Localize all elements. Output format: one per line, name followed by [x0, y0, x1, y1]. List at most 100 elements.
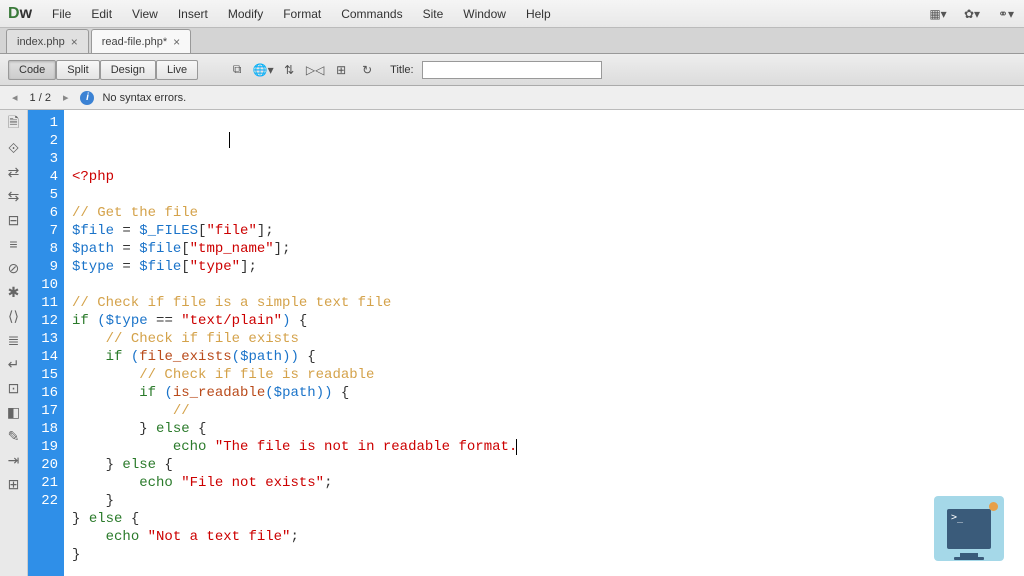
menu-format[interactable]: Format: [273, 3, 331, 25]
code-line[interactable]: // Get the file: [72, 204, 1016, 222]
code-editor[interactable]: 12345678910111213141516171819202122 <?ph…: [28, 110, 1024, 576]
collapse-icon[interactable]: ⇄: [5, 164, 23, 180]
status-message: No syntax errors.: [102, 92, 186, 104]
line-number: 4: [28, 168, 58, 186]
code-line[interactable]: }: [72, 546, 1016, 564]
editor-area: 🗎 ⟐ ⇄ ⇆ ⊟ ≡ ⊘ ✱ ⟨⟩ ≣ ↵ ⊡ ◧ ✎ ⇥ ⊞ 12 34567…: [0, 110, 1024, 576]
file-management-icon[interactable]: ⇅: [278, 59, 300, 81]
line-number: 16: [28, 384, 58, 402]
move-css-icon[interactable]: ✎: [5, 428, 23, 444]
layout-icon[interactable]: ▦▾: [928, 6, 948, 22]
recent-snippets-icon[interactable]: ◧: [5, 404, 23, 420]
code-line[interactable]: // Check if file is readable: [72, 366, 1016, 384]
menu-help[interactable]: Help: [516, 3, 561, 25]
line-number: 5: [28, 186, 58, 204]
menu-site[interactable]: Site: [413, 3, 454, 25]
code-line[interactable]: } else {: [72, 456, 1016, 474]
menu-window[interactable]: Window: [453, 3, 516, 25]
tab-label: index.php: [17, 36, 65, 48]
show-code-navigator-icon[interactable]: ⟐: [5, 140, 23, 156]
preview-icon[interactable]: ▷◁: [304, 59, 326, 81]
line-number-gutter: 12345678910111213141516171819202122: [28, 110, 64, 576]
syntax-coloring-icon[interactable]: ⟨⟩: [5, 308, 23, 324]
close-icon[interactable]: ×: [71, 35, 78, 49]
line-number: 2: [28, 132, 58, 150]
watermark-badge: [934, 496, 1004, 561]
code-line[interactable]: } else {: [72, 510, 1016, 528]
menu-edit[interactable]: Edit: [81, 3, 122, 25]
code-line[interactable]: [72, 186, 1016, 204]
code-line[interactable]: if (file_exists($path)) {: [72, 348, 1016, 366]
view-toolbar: CodeSplitDesignLive ⧉ 🌐▾ ⇅ ▷◁ ⊞ ↻ Title:: [0, 54, 1024, 86]
code-line[interactable]: if (is_readable($path)) {: [72, 384, 1016, 402]
code-line[interactable]: echo "File not exists";: [72, 474, 1016, 492]
split-view-button[interactable]: Split: [56, 60, 99, 80]
code-line[interactable]: } else {: [72, 420, 1016, 438]
info-icon: i: [80, 91, 94, 105]
comment-icon[interactable]: ⊡: [5, 380, 23, 396]
line-number: 10: [28, 276, 58, 294]
format-source-icon[interactable]: ⊞: [5, 476, 23, 492]
sync-icon[interactable]: ⚭▾: [996, 6, 1016, 22]
expand-all-icon[interactable]: ⇆: [5, 188, 23, 204]
app-logo: Dw: [8, 5, 32, 23]
line-number: 3: [28, 150, 58, 168]
next-error-icon[interactable]: ▸: [59, 91, 73, 104]
visual-aids-icon[interactable]: ⊞: [330, 59, 352, 81]
status-bar: ◂ 1 / 2 ▸ i No syntax errors.: [0, 86, 1024, 110]
line-number: 21: [28, 474, 58, 492]
refresh-icon[interactable]: ↻: [356, 59, 378, 81]
line-number: 7: [28, 222, 58, 240]
prev-error-icon[interactable]: ◂: [8, 91, 22, 104]
live-view-button[interactable]: Live: [156, 60, 198, 80]
open-documents-icon[interactable]: 🗎: [5, 116, 23, 132]
code-line[interactable]: // Check if file is a simple text file: [72, 294, 1016, 312]
gear-icon[interactable]: ✿▾: [962, 6, 982, 22]
line-number: 12: [28, 312, 58, 330]
tab-index-php[interactable]: index.php ×: [6, 29, 89, 53]
code-line[interactable]: // Check if file exists: [72, 330, 1016, 348]
code-view-button[interactable]: Code: [8, 60, 56, 80]
line-number: 15: [28, 366, 58, 384]
highlight-invalid-icon[interactable]: ✱: [5, 284, 23, 300]
code-line[interactable]: $type = $file["type"];: [72, 258, 1016, 276]
code-content[interactable]: <?php // Get the file$file = $_FILES["fil…: [64, 110, 1024, 576]
menu-view[interactable]: View: [122, 3, 168, 25]
code-line[interactable]: //: [72, 402, 1016, 420]
menu-commands[interactable]: Commands: [331, 3, 412, 25]
design-view-button[interactable]: Design: [100, 60, 156, 80]
menu-file[interactable]: File: [42, 3, 81, 25]
tab-read-file-php-[interactable]: read-file.php* ×: [91, 29, 191, 53]
word-wrap-icon[interactable]: ↵: [5, 356, 23, 372]
line-number: 17: [28, 402, 58, 420]
code-line[interactable]: }: [72, 492, 1016, 510]
title-input[interactable]: [422, 61, 602, 79]
multiscreen-icon[interactable]: ⧉: [226, 59, 248, 81]
line-number: 8: [28, 240, 58, 258]
select-parent-icon[interactable]: ⊟: [5, 212, 23, 228]
line-number: 20: [28, 456, 58, 474]
menubar: Dw FileEditViewInsertModifyFormatCommand…: [0, 0, 1024, 28]
code-line[interactable]: $path = $file["tmp_name"];: [72, 240, 1016, 258]
code-line[interactable]: echo "The file is not in readable format…: [72, 438, 1016, 456]
code-line[interactable]: if ($type == "text/plain") {: [72, 312, 1016, 330]
page-indicator: 1 / 2: [30, 92, 51, 104]
code-line[interactable]: echo "Not a text file";: [72, 528, 1016, 546]
indent-icon[interactable]: ⇥: [5, 452, 23, 468]
auto-indent-icon[interactable]: ≣: [5, 332, 23, 348]
balance-braces-icon[interactable]: ≡: [5, 236, 23, 252]
browser-preview-icon[interactable]: 🌐▾: [252, 59, 274, 81]
line-number: 18: [28, 420, 58, 438]
close-icon[interactable]: ×: [173, 35, 180, 49]
menu-modify[interactable]: Modify: [218, 3, 273, 25]
menu-insert[interactable]: Insert: [168, 3, 218, 25]
line-number: 19: [28, 438, 58, 456]
code-line[interactable]: <?php: [72, 168, 1016, 186]
document-tabbar: index.php × read-file.php* ×: [0, 28, 1024, 54]
code-line[interactable]: $file = $_FILES["file"];: [72, 222, 1016, 240]
tab-label: read-file.php*: [102, 36, 167, 48]
line-numbers-icon[interactable]: ⊘: [5, 260, 23, 276]
code-line[interactable]: [72, 276, 1016, 294]
line-number: 22: [28, 492, 58, 510]
line-number: 6: [28, 204, 58, 222]
